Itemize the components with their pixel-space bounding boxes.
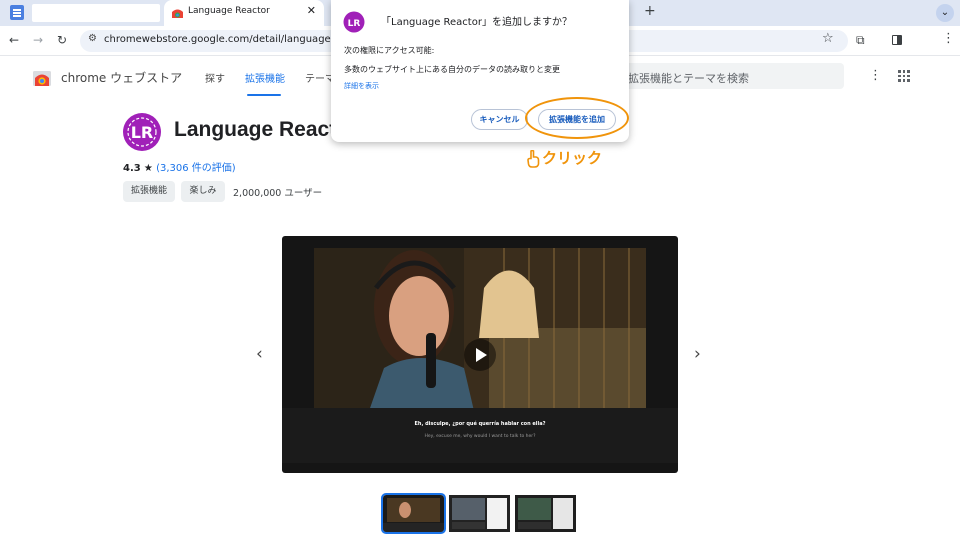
thumbnail-image	[449, 495, 510, 532]
previous-screenshot-arrow[interactable]: ‹	[256, 344, 263, 364]
video-frame-image	[314, 248, 646, 411]
tab-other[interactable]	[32, 4, 160, 22]
rating-value: 4.3	[123, 163, 141, 174]
extensions-icon[interactable]: ⧉	[856, 33, 865, 48]
chrome-menu-icon[interactable]: ⋮	[942, 31, 955, 46]
star-icon: ★	[143, 163, 153, 174]
next-screenshot-arrow[interactable]: ›	[694, 344, 701, 364]
forward-button[interactable]: →	[33, 32, 43, 48]
side-panel-icon[interactable]	[892, 35, 902, 45]
details-link[interactable]: 詳細を表示	[344, 81, 379, 91]
screenshot-player[interactable]: Eh, disculpe, ¿por qué querría hablar co…	[282, 236, 678, 473]
tab-search-button[interactable]: ⌄	[936, 4, 954, 22]
extension-dialog-icon: LR	[343, 11, 365, 33]
docs-app-icon[interactable]	[10, 5, 24, 20]
apps-grid-icon[interactable]	[898, 70, 910, 82]
language-reactor-logo: LR	[123, 113, 161, 151]
user-count: 2,000,000 ユーザー	[233, 188, 323, 199]
screenshot-thumbnail-2[interactable]	[449, 495, 510, 532]
url-text[interactable]: chromewebstore.google.com/detail/languag…	[104, 34, 360, 45]
new-tab-button[interactable]: +	[644, 3, 656, 19]
permission-item: 多数のウェブサイト上にある自分のデータの読み取りと変更	[344, 65, 560, 74]
bookmark-star-icon[interactable]: ☆	[822, 31, 834, 46]
permissions-heading: 次の権限にアクセス可能:	[344, 46, 435, 55]
thumbnail-image	[515, 495, 576, 532]
search-placeholder: 拡張機能とテーマを検索	[628, 72, 749, 85]
reload-button[interactable]: ↻	[57, 32, 67, 48]
rating-row: 4.3 ★ (3,306 件の評価)	[123, 159, 236, 174]
store-more-icon[interactable]: ⋮	[869, 68, 882, 83]
dialog-title: 「Language Reactor」を追加しますか？	[381, 17, 572, 28]
chrome-web-store-logo[interactable]	[33, 68, 51, 86]
active-nav-indicator	[247, 94, 281, 96]
store-search-input[interactable]: 拡張機能とテーマを検索	[610, 63, 844, 89]
click-annotation: クリック	[542, 149, 603, 167]
nav-extensions[interactable]: 拡張機能	[245, 70, 285, 85]
store-name[interactable]: chrome ウェブストア	[61, 69, 182, 86]
screenshot-thumbnail-3[interactable]	[515, 495, 576, 532]
chrome-web-store-icon	[172, 9, 183, 18]
category-chip-extension[interactable]: 拡張機能	[123, 181, 175, 202]
close-tab-icon[interactable]: ✕	[307, 4, 316, 18]
nav-discover[interactable]: 探す	[205, 70, 225, 85]
cancel-button[interactable]: キャンセル	[471, 109, 528, 130]
extension-title: Language Reactor	[174, 118, 358, 141]
back-button[interactable]: ←	[9, 32, 19, 48]
subtitle-spanish: Eh, disculpe, ¿por qué querría hablar co…	[414, 421, 546, 427]
subtitle-english: Hey, excuse me, why would I want to talk…	[424, 434, 536, 439]
highlight-ring	[525, 97, 629, 139]
reviews-link[interactable]: (3,306 件の評価)	[156, 163, 236, 174]
category-chip-fun[interactable]: 楽しみ	[181, 181, 225, 202]
site-info-icon[interactable]: ⚙	[88, 33, 97, 44]
thumbnail-image	[383, 495, 444, 532]
svg-text:LR: LR	[131, 123, 154, 142]
screenshot-thumbnail-1[interactable]	[381, 493, 446, 534]
tab-language-reactor[interactable]: Language Reactor ✕	[164, 0, 324, 26]
play-icon[interactable]	[464, 339, 496, 371]
tab-label: Language Reactor	[188, 6, 270, 16]
svg-text:LR: LR	[348, 19, 361, 29]
pointing-hand-icon	[527, 150, 540, 168]
